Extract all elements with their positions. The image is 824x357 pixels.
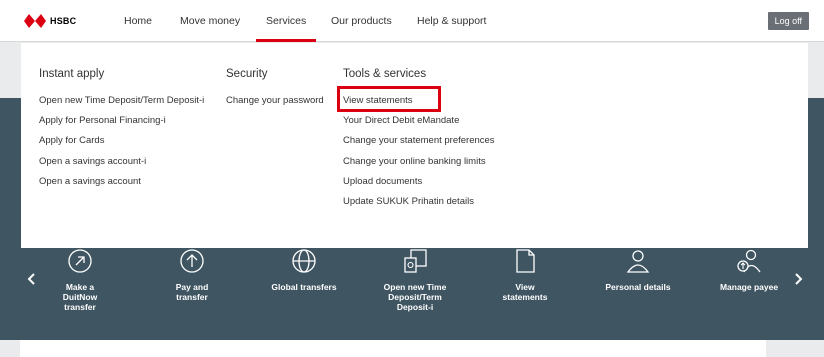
top-navigation: HSBC Home Move money Services Our produc… bbox=[0, 0, 824, 42]
link-upload-documents[interactable]: Upload documents bbox=[343, 176, 422, 187]
highlight-box bbox=[337, 86, 441, 112]
qa-personal-details[interactable]: Personal details bbox=[596, 248, 680, 292]
chevron-right-icon[interactable] bbox=[794, 272, 804, 289]
hsbc-hexagon-icon bbox=[24, 14, 46, 28]
payee-icon bbox=[737, 249, 761, 273]
services-dropdown: Instant apply Open new Time Deposit/Term… bbox=[21, 43, 808, 248]
brand-name: HSBC bbox=[50, 16, 77, 26]
qa-view-statements[interactable]: View statements bbox=[494, 248, 556, 302]
duitnow-arrow-icon bbox=[68, 249, 92, 273]
qa-global-transfers[interactable]: Global transfers bbox=[262, 248, 346, 292]
logoff-button[interactable]: Log off bbox=[767, 12, 809, 30]
qa-label: Personal details bbox=[605, 282, 671, 292]
document-icon bbox=[516, 249, 535, 273]
deposit-document-icon bbox=[404, 249, 427, 273]
link-open-time-deposit[interactable]: Open new Time Deposit/Term Deposit-i bbox=[39, 95, 204, 106]
link-statement-preferences[interactable]: Change your statement preferences bbox=[343, 135, 495, 146]
column-title: Instant apply bbox=[39, 68, 105, 80]
qa-pay-transfer[interactable]: Pay and transfer bbox=[160, 248, 224, 302]
column-title: Security bbox=[226, 68, 268, 80]
link-apply-cards[interactable]: Apply for Cards bbox=[39, 135, 104, 146]
link-apply-personal-financing[interactable]: Apply for Personal Financing-i bbox=[39, 115, 166, 126]
nav-our-products[interactable]: Our products bbox=[331, 0, 392, 42]
nav-services[interactable]: Services bbox=[255, 0, 317, 42]
qa-label: Open new Time Deposit/Term Deposit-i bbox=[383, 282, 447, 312]
qa-label: Pay and transfer bbox=[175, 282, 209, 302]
nav-move-money[interactable]: Move money bbox=[180, 0, 240, 42]
link-update-sukuk[interactable]: Update SUKUK Prihatin details bbox=[343, 196, 474, 207]
link-open-savings[interactable]: Open a savings account bbox=[39, 176, 141, 187]
link-change-password[interactable]: Change your password bbox=[226, 95, 324, 106]
qa-label: View statements bbox=[502, 282, 548, 302]
qa-label: Global transfers bbox=[271, 282, 337, 292]
link-open-savings-i[interactable]: Open a savings account-i bbox=[39, 156, 146, 167]
qa-manage-payee[interactable]: Manage payee bbox=[712, 248, 786, 292]
content-card bbox=[20, 340, 766, 357]
column-title: Tools & services bbox=[343, 68, 427, 80]
qa-open-time-deposit[interactable]: Open new Time Deposit/Term Deposit-i bbox=[372, 248, 458, 312]
qa-label: Manage payee bbox=[719, 282, 779, 292]
qa-duitnow-transfer[interactable]: Make a DuitNow transfer bbox=[50, 248, 110, 312]
nav-help-support[interactable]: Help & support bbox=[417, 0, 486, 42]
globe-icon bbox=[292, 249, 316, 273]
nav-home[interactable]: Home bbox=[124, 0, 152, 42]
link-online-banking-limits[interactable]: Change your online banking limits bbox=[343, 156, 486, 167]
qa-label: Make a DuitNow transfer bbox=[62, 282, 98, 312]
person-icon bbox=[626, 250, 650, 273]
chevron-left-icon[interactable] bbox=[26, 272, 36, 289]
hsbc-logo[interactable]: HSBC bbox=[24, 11, 76, 31]
link-direct-debit-emandate[interactable]: Your Direct Debit eMandate bbox=[343, 115, 459, 126]
upload-arrow-icon bbox=[180, 249, 204, 273]
